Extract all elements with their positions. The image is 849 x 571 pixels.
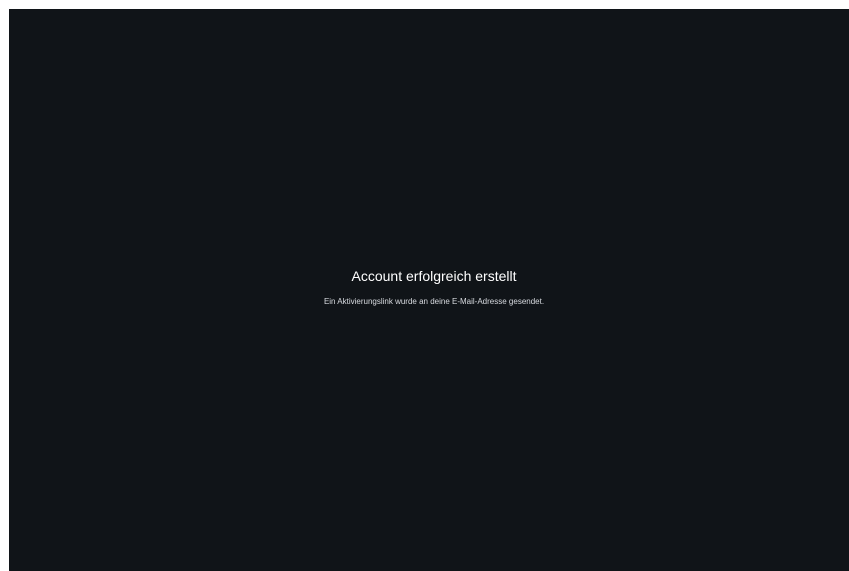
activation-info-text: Ein Aktivierungslink wurde an deine E-Ma…	[323, 297, 545, 306]
success-page: Account erfolgreich erstellt Ein Aktivie…	[9, 9, 849, 571]
success-title: Account erfolgreich erstellt	[351, 268, 517, 284]
account-created-message: Account erfolgreich erstellt Ein Aktivie…	[9, 267, 849, 307]
top-overlay-strip	[0, 0, 849, 9]
